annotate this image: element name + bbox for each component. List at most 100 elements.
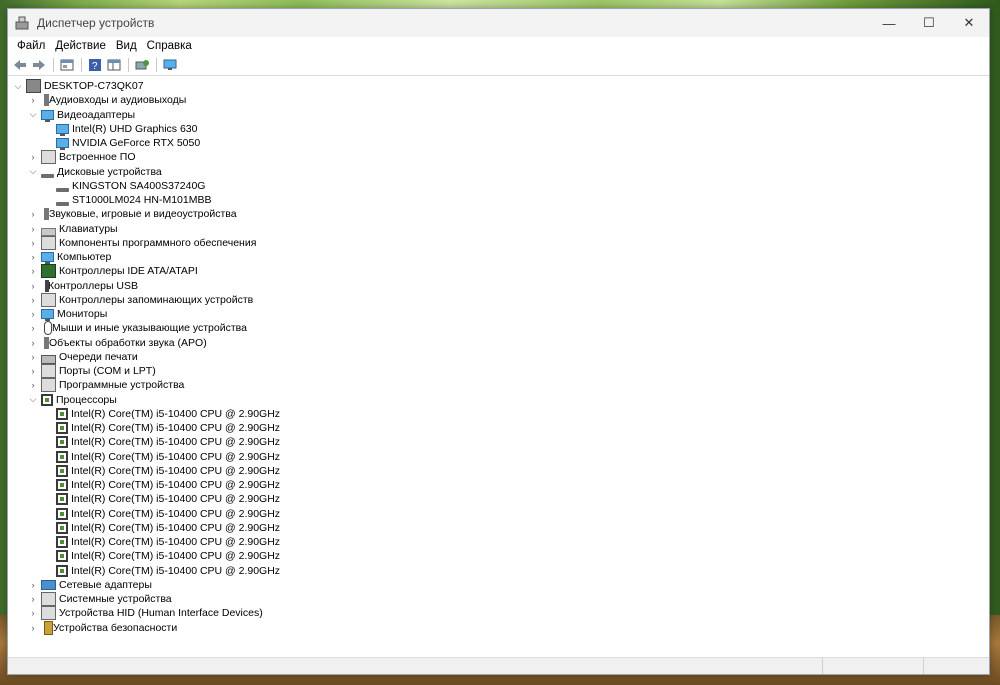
tree-item-label: Встроенное ПО <box>59 151 136 164</box>
port-icon <box>41 364 56 379</box>
view-icon[interactable] <box>105 56 123 74</box>
chevron-right-icon[interactable]: › <box>27 622 39 634</box>
tree-item-label: Intel(R) Core(TM) i5-10400 CPU @ 2.90GHz <box>71 521 281 534</box>
tree-category[interactable]: › Объекты обработки звука (APO) <box>8 336 989 350</box>
tree-item-label: Intel(R) Core(TM) i5-10400 CPU @ 2.90GHz <box>71 550 281 563</box>
chevron-right-icon[interactable]: › <box>27 265 39 277</box>
tree-category[interactable]: › Аудиовходы и аудиовыходы <box>8 93 989 107</box>
tree-category[interactable]: › Клавиатуры <box>8 222 989 236</box>
chevron-right-icon[interactable]: › <box>27 593 39 605</box>
forward-icon[interactable] <box>30 56 48 74</box>
root-label: DESKTOP-C73QK07 <box>44 80 144 93</box>
chevron-right-icon[interactable]: › <box>27 379 39 391</box>
chevron-right-icon[interactable]: › <box>27 237 39 249</box>
tree-category[interactable]: › Устройства HID (Human Interface Devices… <box>8 606 989 621</box>
back-icon[interactable] <box>11 56 29 74</box>
chevron-down-icon[interactable]: ⌵ <box>27 166 39 178</box>
chevron-down-icon[interactable]: ⌵ <box>12 80 24 92</box>
tree-device[interactable]: Intel(R) Core(TM) i5-10400 CPU @ 2.90GHz <box>8 564 989 578</box>
chevron-right-icon[interactable]: › <box>27 251 39 263</box>
tree-device[interactable]: ST1000LM024 HN-M101MBB <box>8 193 989 207</box>
tree-device[interactable]: Intel(R) Core(TM) i5-10400 CPU @ 2.90GHz <box>8 507 989 521</box>
properties-icon[interactable] <box>58 56 76 74</box>
tree-device[interactable]: Intel(R) Core(TM) i5-10400 CPU @ 2.90GHz <box>8 407 989 421</box>
tree-category[interactable]: › Контроллеры IDE ATA/ATAPI <box>8 264 989 279</box>
tree-device[interactable]: Intel(R) Core(TM) i5-10400 CPU @ 2.90GHz <box>8 492 989 506</box>
menu-view[interactable]: Вид <box>111 40 142 52</box>
chevron-right-icon[interactable]: › <box>27 365 39 377</box>
tree-device[interactable]: Intel(R) Core(TM) i5-10400 CPU @ 2.90GHz <box>8 450 989 464</box>
tree-device[interactable]: Intel(R) Core(TM) i5-10400 CPU @ 2.90GHz <box>8 549 989 563</box>
tree-item-label: Дисковые устройства <box>57 165 162 178</box>
tree-category[interactable]: › Мониторы <box>8 307 989 322</box>
tree-category[interactable]: ⌵ Дисковые устройства <box>8 165 989 179</box>
tree-device[interactable]: Intel(R) Core(TM) i5-10400 CPU @ 2.90GHz <box>8 421 989 435</box>
tree-item-label: Программные устройства <box>59 379 185 392</box>
tree-root[interactable]: ⌵ DESKTOP-C73QK07 <box>8 79 989 94</box>
chevron-right-icon[interactable]: › <box>27 280 39 292</box>
computer-icon <box>41 252 54 265</box>
tree-category[interactable]: › Программные устройства <box>8 378 989 393</box>
monitor-icon <box>41 309 54 322</box>
menu-help[interactable]: Справка <box>142 40 197 52</box>
tree-device[interactable]: Intel(R) Core(TM) i5-10400 CPU @ 2.90GHz <box>8 478 989 492</box>
update-driver-icon[interactable] <box>133 56 151 74</box>
tree-category[interactable]: › Устройства безопасности <box>8 620 989 635</box>
close-button[interactable]: ✕ <box>949 9 989 37</box>
tree-item-label: Объекты обработки звука (APO) <box>49 336 207 349</box>
tree-device[interactable]: NVIDIA GeForce RTX 5050 <box>8 136 989 151</box>
cpu-icon <box>56 422 68 435</box>
mouse-icon <box>44 321 52 336</box>
tree-device[interactable]: Intel(R) Core(TM) i5-10400 CPU @ 2.90GHz <box>8 521 989 535</box>
chevron-down-icon[interactable]: ⌵ <box>27 109 39 121</box>
chevron-right-icon[interactable]: › <box>27 351 39 363</box>
tree-device[interactable]: KINGSTON SA400S37240G <box>8 179 989 193</box>
chevron-right-icon[interactable]: › <box>27 607 39 619</box>
tree-category[interactable]: › Контроллеры запоминающих устройств <box>8 292 989 307</box>
menu-file[interactable]: Файл <box>12 40 50 52</box>
chevron-down-icon[interactable]: ⌵ <box>27 394 39 406</box>
tree-category[interactable]: › Системные устройства <box>8 592 989 607</box>
tree-category[interactable]: › Очереди печати <box>8 350 989 365</box>
chevron-right-icon[interactable]: › <box>27 208 39 220</box>
tree-category[interactable]: › Контроллеры USB <box>8 279 989 293</box>
chevron-right-icon[interactable]: › <box>27 223 39 235</box>
chevron-right-icon[interactable]: › <box>27 308 39 320</box>
tree-category[interactable]: › Встроенное ПО <box>8 150 989 165</box>
maximize-button[interactable]: ☐ <box>909 9 949 37</box>
toolbar-separator <box>81 58 82 72</box>
tree-item-label: Сетевые адаптеры <box>59 578 152 591</box>
help-icon[interactable]: ? <box>86 56 104 74</box>
chevron-right-icon[interactable]: › <box>27 579 39 591</box>
tree-device[interactable]: Intel(R) Core(TM) i5-10400 CPU @ 2.90GHz <box>8 464 989 478</box>
menu-bar: Файл Действие Вид Справка <box>8 37 989 55</box>
device-tree[interactable]: ⌵ DESKTOP-C73QK07 › Аудиовходы и аудиовых… <box>8 78 989 658</box>
chevron-right-icon[interactable]: › <box>27 337 39 349</box>
usb-icon <box>45 279 49 292</box>
tree-device[interactable]: Intel(R) Core(TM) i5-10400 CPU @ 2.90GHz <box>8 535 989 549</box>
tree-category[interactable]: ⌵ Видеоадаптеры <box>8 108 989 122</box>
chevron-right-icon[interactable]: › <box>27 322 39 334</box>
tree-item-label: Мониторы <box>57 308 108 321</box>
toolbar-separator <box>128 58 129 72</box>
tree-category[interactable]: › Мыши и иные указывающие устройства <box>8 321 989 336</box>
minimize-button[interactable]: — <box>869 9 909 37</box>
tree-category[interactable]: › Порты (COM и LPT) <box>8 364 989 379</box>
chevron-right-icon[interactable]: › <box>27 94 39 106</box>
chevron-right-icon[interactable]: › <box>27 294 39 306</box>
tree-category[interactable]: › Компоненты программного обеспечения <box>8 235 989 250</box>
chevron-right-icon[interactable]: › <box>27 151 39 163</box>
menu-action[interactable]: Действие <box>50 40 111 52</box>
firmware-icon <box>41 150 56 165</box>
tree-category[interactable]: › Сетевые адаптеры <box>8 578 989 592</box>
tree-device[interactable]: Intel(R) UHD Graphics 630 <box>8 122 989 136</box>
tree-category[interactable]: › Звуковые, игровые и видеоустройства <box>8 207 989 221</box>
tree-category[interactable]: › Компьютер <box>8 250 989 265</box>
tree-category[interactable]: ⌵ Процессоры <box>8 393 989 407</box>
title-bar[interactable]: Диспетчер устройств — ☐ ✕ <box>8 9 989 37</box>
monitor-icon[interactable] <box>161 56 179 74</box>
tree-device[interactable]: Intel(R) Core(TM) i5-10400 CPU @ 2.90GHz <box>8 435 989 449</box>
